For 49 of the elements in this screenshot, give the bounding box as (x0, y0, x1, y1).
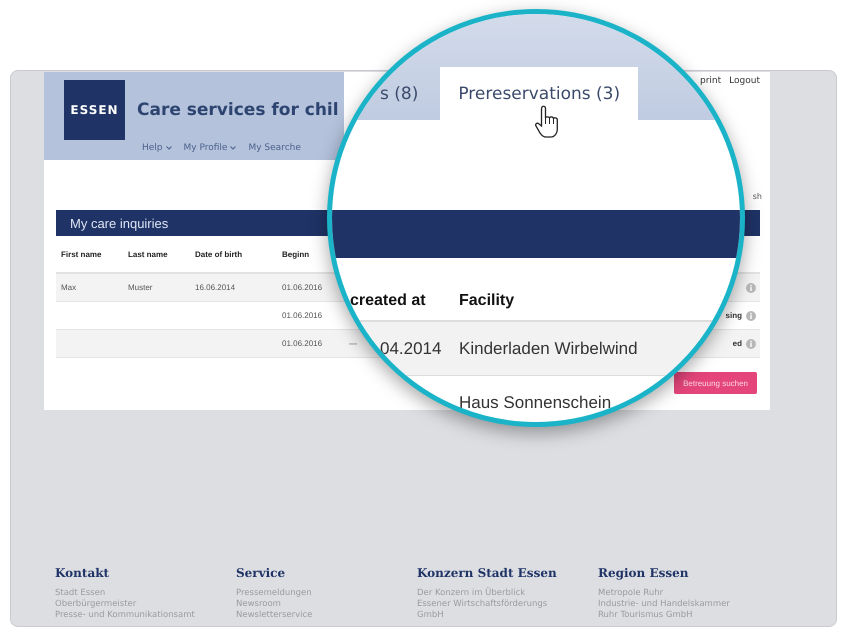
nav-link[interactable]: My Profile (184, 143, 228, 153)
column-header: Date of birth (194, 250, 244, 258)
footer-link[interactable]: GmbH (417, 610, 598, 621)
status-text: sing (726, 311, 742, 320)
footer-link[interactable]: Presse- und Kommunikationsamt (55, 610, 236, 621)
footer-link[interactable]: Der Konzern im Überblick (417, 588, 598, 599)
status-text: ed (732, 339, 742, 348)
top-link[interactable]: print (700, 76, 722, 86)
tab[interactable]: s (8) (362, 67, 436, 120)
column-header: Last name (127, 250, 169, 258)
search-care-button[interactable]: Betreuung suchen (674, 372, 757, 394)
table-cell-text: 01.06.2016 (281, 339, 324, 348)
tab[interactable]: Prereservations (3) (440, 67, 638, 120)
site-title: Care services for chil (137, 100, 339, 120)
column-header: Beginn (281, 250, 310, 258)
info-icon[interactable] (746, 282, 756, 292)
table-cell-text: 04.2014 (380, 338, 442, 358)
table-cell-text: 01.06.2016 (281, 283, 324, 292)
table-cell: Haus Sonnenschein (459, 392, 612, 412)
footer-link[interactable]: Newsletterservice (236, 610, 417, 621)
footer-link[interactable]: Pressemeldungen (236, 588, 417, 599)
table-cell-text: — (348, 339, 358, 348)
column-header: Facility (459, 292, 514, 310)
footer-link[interactable]: Metropole Ruhr (598, 588, 779, 599)
footer-heading: Region Essen (598, 566, 690, 580)
table-cell: Kinderladen Wirbelwind (459, 338, 638, 358)
table-cell-text: 01.06.2016 (281, 311, 324, 320)
table-cell-text: 16.06.2014 (194, 283, 236, 292)
info-icon[interactable] (746, 338, 756, 348)
footer-heading: Kontakt (55, 566, 110, 580)
nav-link[interactable]: My Searche (248, 143, 301, 153)
refresh-link[interactable]: sh (752, 192, 762, 202)
footer-heading: Konzern Stadt Essen (417, 566, 558, 580)
top-link[interactable]: Logout (729, 76, 760, 86)
info-icon[interactable] (746, 310, 756, 320)
table-cell-text: Max (60, 283, 78, 292)
logo[interactable]: ESSEN (64, 80, 125, 140)
footer-link[interactable]: Stadt Essen (55, 588, 236, 599)
footer-link[interactable]: Essener Wirtschaftsförderungs (417, 599, 598, 610)
footer-link[interactable]: Industrie- und Handelskammer (598, 599, 779, 610)
footer-link[interactable]: Ruhr Tourismus GmbH (598, 610, 779, 621)
column-header: First name (60, 250, 102, 258)
footer-link[interactable]: Oberbürgermeister (55, 599, 236, 610)
footer-link[interactable]: Newsroom (236, 599, 417, 610)
table-cell-text: Muster (127, 283, 154, 292)
hand-cursor-icon (535, 105, 561, 139)
column-header: created at (349, 292, 427, 310)
footer-heading: Service (236, 566, 286, 580)
nav-link[interactable]: Help (142, 143, 163, 153)
